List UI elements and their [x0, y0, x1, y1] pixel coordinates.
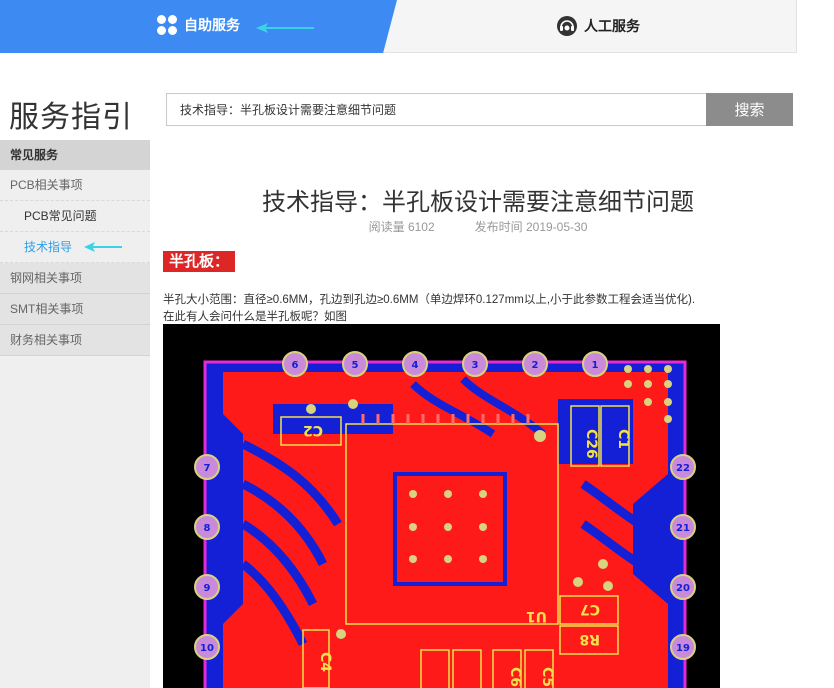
pcb-drawing: 6 5 4 3 2 1 7 8 9 10 22 21 20 19 C2 C26 … — [194, 351, 696, 688]
pcb-pin-label: 6 — [292, 360, 299, 371]
pcb-pin-label: 22 — [676, 463, 690, 474]
pcb-pin-label: 21 — [676, 523, 690, 534]
page-title: 服务指引 — [9, 101, 133, 134]
pcb-pin-label: 7 — [204, 463, 211, 474]
pcb-component-label: C2 — [303, 422, 323, 438]
sidebar-header: 常见服务 — [0, 140, 150, 170]
pcb-pin-label: 19 — [676, 643, 690, 654]
pcb-component-label: C5 — [539, 667, 555, 687]
pcb-pin-label: 2 — [532, 360, 539, 371]
pcb-pin-label: 9 — [204, 583, 211, 594]
article-date: 发布时间 2019-05-30 — [474, 220, 588, 234]
arrow-indicator-icon — [84, 242, 122, 252]
pcb-component-label: C6 — [507, 667, 523, 687]
clover-icon — [157, 15, 177, 35]
pcb-component-label: R8 — [579, 631, 600, 647]
pcb-pin-label: 3 — [472, 360, 479, 371]
pcb-component-label: U1 — [526, 608, 547, 624]
pcb-component-label: C1 — [615, 429, 631, 449]
sidebar: 常见服务 PCB相关事项 PCB常见问题 技术指导 钢网相关事项 SMT相关事项… — [0, 140, 150, 688]
sidebar-item-finance[interactable]: 财务相关事项 — [0, 325, 150, 356]
sidebar-item-stencil[interactable]: 钢网相关事项 — [0, 263, 150, 294]
sidebar-item-tech-guide[interactable]: 技术指导 — [0, 232, 150, 263]
pcb-component-label: C26 — [583, 429, 599, 459]
pcb-component-label: C7 — [580, 601, 600, 617]
tab-human-service[interactable]: 人工服务 — [556, 15, 640, 37]
service-tab-bar: 自助服务 人工服务 — [0, 0, 797, 53]
search-button[interactable]: 搜索 — [706, 93, 793, 126]
article-meta: 阅读量 6102 发布时间 2019-05-30 — [163, 218, 793, 235]
sidebar-item-pcb-faq[interactable]: PCB常见问题 — [0, 201, 150, 232]
article-paragraph: 半孔大小范围：直径≥0.6MM，孔边到孔边≥0.6MM（单边焊环0.127mm以… — [163, 294, 696, 306]
pcb-layout-image: 6 5 4 3 2 1 7 8 9 10 22 21 20 19 C2 C26 … — [163, 324, 720, 688]
article-views: 阅读量 6102 — [368, 220, 435, 234]
search-input[interactable] — [166, 93, 707, 126]
pcb-pin-label: 4 — [412, 360, 419, 371]
arrow-indicator-icon — [256, 23, 314, 33]
sidebar-item-pcb[interactable]: PCB相关事项 — [0, 170, 150, 201]
pcb-component-label: C4 — [317, 652, 333, 672]
pcb-pin-label: 8 — [204, 523, 211, 534]
pcb-pin-label: 5 — [352, 360, 359, 371]
article-paragraph: 在此有人会问什么是半孔板呢？如图 — [163, 311, 347, 323]
headset-icon — [557, 16, 577, 36]
section-heading: 半孔板： — [163, 251, 236, 272]
pcb-pin-label: 1 — [592, 360, 599, 371]
tab-self-service-content[interactable]: 自助服务 — [157, 15, 240, 35]
pcb-pin-label: 20 — [676, 583, 690, 594]
tab-self-service-label: 自助服务 — [184, 17, 240, 33]
pcb-pin-label: 10 — [200, 643, 214, 654]
tab-human-service-label: 人工服务 — [584, 18, 640, 34]
sidebar-item-tech-guide-label: 技术指导 — [24, 240, 73, 254]
article-title: 技术指导：半孔板设计需要注意细节问题 — [262, 189, 694, 216]
sidebar-item-smt[interactable]: SMT相关事项 — [0, 294, 150, 325]
